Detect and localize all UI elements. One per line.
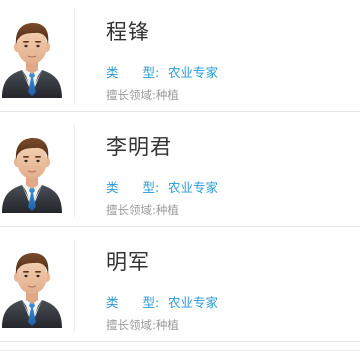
expert-type-row: 类型: 农业专家 <box>106 177 218 196</box>
divider <box>74 125 75 217</box>
expert-field-row: 擅长领域:种植 <box>106 87 179 103</box>
expert-list-item[interactable]: 明军 类型: 农业专家 擅长领域:种植 <box>0 230 360 342</box>
type-label: 类型: <box>106 65 160 80</box>
expert-type-row: 类型: 农业专家 <box>106 292 218 311</box>
expert-type-value: 农业专家 <box>168 180 219 195</box>
expert-list: 程锋 类型: 农业专家 擅长领域:种植 李明君 类型: 农业专家 擅长领域:种植 明… <box>0 0 360 360</box>
businessman-avatar-icon <box>0 248 64 328</box>
expert-field-row: 擅长领域:种植 <box>106 317 179 333</box>
expert-field-row: 擅长领域:种植 <box>106 202 179 218</box>
divider <box>0 350 360 351</box>
businessman-avatar-icon <box>0 18 64 98</box>
expert-type-value: 农业专家 <box>168 65 219 80</box>
type-label: 类型: <box>106 295 160 310</box>
field-label: 擅长领域: <box>106 318 156 332</box>
field-label: 擅长领域: <box>106 203 156 217</box>
expert-field-value: 种植 <box>155 88 179 102</box>
expert-name: 程锋 <box>106 20 150 44</box>
expert-type-row: 类型: 农业专家 <box>106 62 218 81</box>
expert-field-value: 种植 <box>155 203 179 217</box>
expert-name: 李明君 <box>106 135 172 159</box>
businessman-avatar-icon <box>0 133 64 213</box>
type-label: 类型: <box>106 180 160 195</box>
expert-field-value: 种植 <box>155 318 179 332</box>
divider <box>74 10 75 102</box>
field-label: 擅长领域: <box>106 88 156 102</box>
expert-name: 明军 <box>106 250 150 274</box>
expert-type-value: 农业专家 <box>168 295 219 310</box>
expert-list-item[interactable]: 李明君 类型: 农业专家 擅长领域:种植 <box>0 115 360 227</box>
expert-list-item[interactable]: 程锋 类型: 农业专家 擅长领域:种植 <box>0 0 360 112</box>
divider <box>74 240 75 332</box>
